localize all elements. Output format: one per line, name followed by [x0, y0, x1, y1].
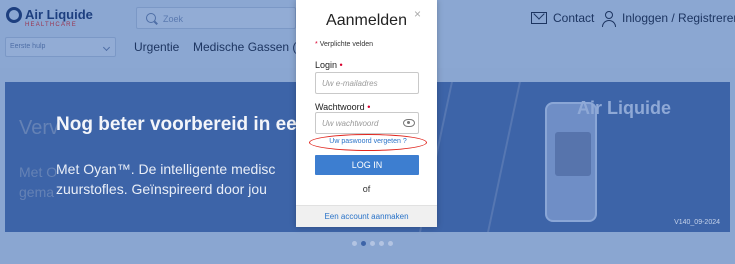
hero-ghost-line-1: Met O [19, 164, 58, 180]
logo-subtitle: HEALTHCARE [25, 22, 77, 28]
user-icon [602, 10, 616, 27]
hero-version: V140_09-2024 [674, 219, 720, 226]
contact-link[interactable]: Contact [531, 10, 594, 26]
carousel-dots [352, 241, 393, 246]
required-fields-note: * Verplichte velden [315, 41, 373, 48]
login-modal: Aanmelden × * Verplichte velden Login • … [296, 0, 437, 227]
login-label-text: Login [315, 60, 338, 70]
login-register-label: Inloggen / Registreren [622, 11, 735, 25]
login-register-link[interactable]: Inloggen / Registreren [602, 10, 735, 27]
carousel-dot-active[interactable] [361, 241, 366, 246]
logo-mark-icon [6, 7, 22, 23]
required-dot: • [339, 60, 343, 70]
login-button[interactable]: LOG IN [315, 155, 419, 175]
login-label: Login • [315, 60, 343, 70]
password-label-text: Wachtwoord [315, 102, 365, 112]
contact-label: Contact [553, 11, 595, 25]
carousel-dot[interactable] [379, 241, 384, 246]
help-dropdown[interactable]: Eerste hulp [5, 37, 116, 57]
hero-text-line-2: zuurstofles. Geïnspireerd door jou [56, 181, 267, 197]
or-divider: of [362, 184, 371, 194]
mail-icon [531, 12, 547, 24]
password-label: Wachtwoord • [315, 102, 370, 112]
search-input[interactable] [163, 11, 291, 26]
modal-footer: Een account aanmaken [296, 205, 437, 227]
nav-item-urgentie[interactable]: Urgentie [134, 40, 179, 54]
hero-ghost-title: Verv [19, 117, 60, 139]
carousel-dot[interactable] [370, 241, 375, 246]
hero-ghost-text: Met O gema [19, 162, 57, 202]
search-box[interactable] [136, 7, 296, 29]
required-star: * [315, 41, 318, 48]
nav-item-medische-gassen[interactable]: Medische Gassen (ge [193, 40, 310, 54]
create-account-link[interactable]: Een account aanmaken [296, 212, 437, 221]
carousel-dot[interactable] [388, 241, 393, 246]
hero-brand-watermark: Air Liquide [577, 98, 671, 118]
required-dot: • [367, 102, 371, 112]
hero-title: Nog beter voorbereid in een [56, 114, 309, 135]
email-field[interactable] [315, 72, 419, 94]
hero-text-line-1: Met Oyan™. De intelligente medisc [56, 161, 276, 177]
hero-text: Met Oyan™. De intelligente medisc zuurst… [56, 159, 275, 199]
close-icon[interactable]: × [414, 7, 421, 21]
forgot-password-highlight: Uw paswoord vergeten ? [309, 134, 427, 151]
air-liquide-logo[interactable]: Air Liquide HEALTHCARE [6, 7, 93, 31]
search-icon [146, 13, 156, 23]
hero-ghost-line-2: gema [19, 184, 55, 200]
forgot-password-link[interactable]: Uw paswoord vergeten ? [310, 138, 426, 145]
eye-icon[interactable] [403, 119, 415, 127]
help-dropdown-value: Eerste hulp [10, 43, 46, 50]
chevron-down-icon [102, 43, 111, 52]
required-note-text: Verplichte velden [319, 41, 374, 48]
carousel-dot[interactable] [352, 241, 357, 246]
logo-name: Air Liquide [25, 7, 93, 22]
